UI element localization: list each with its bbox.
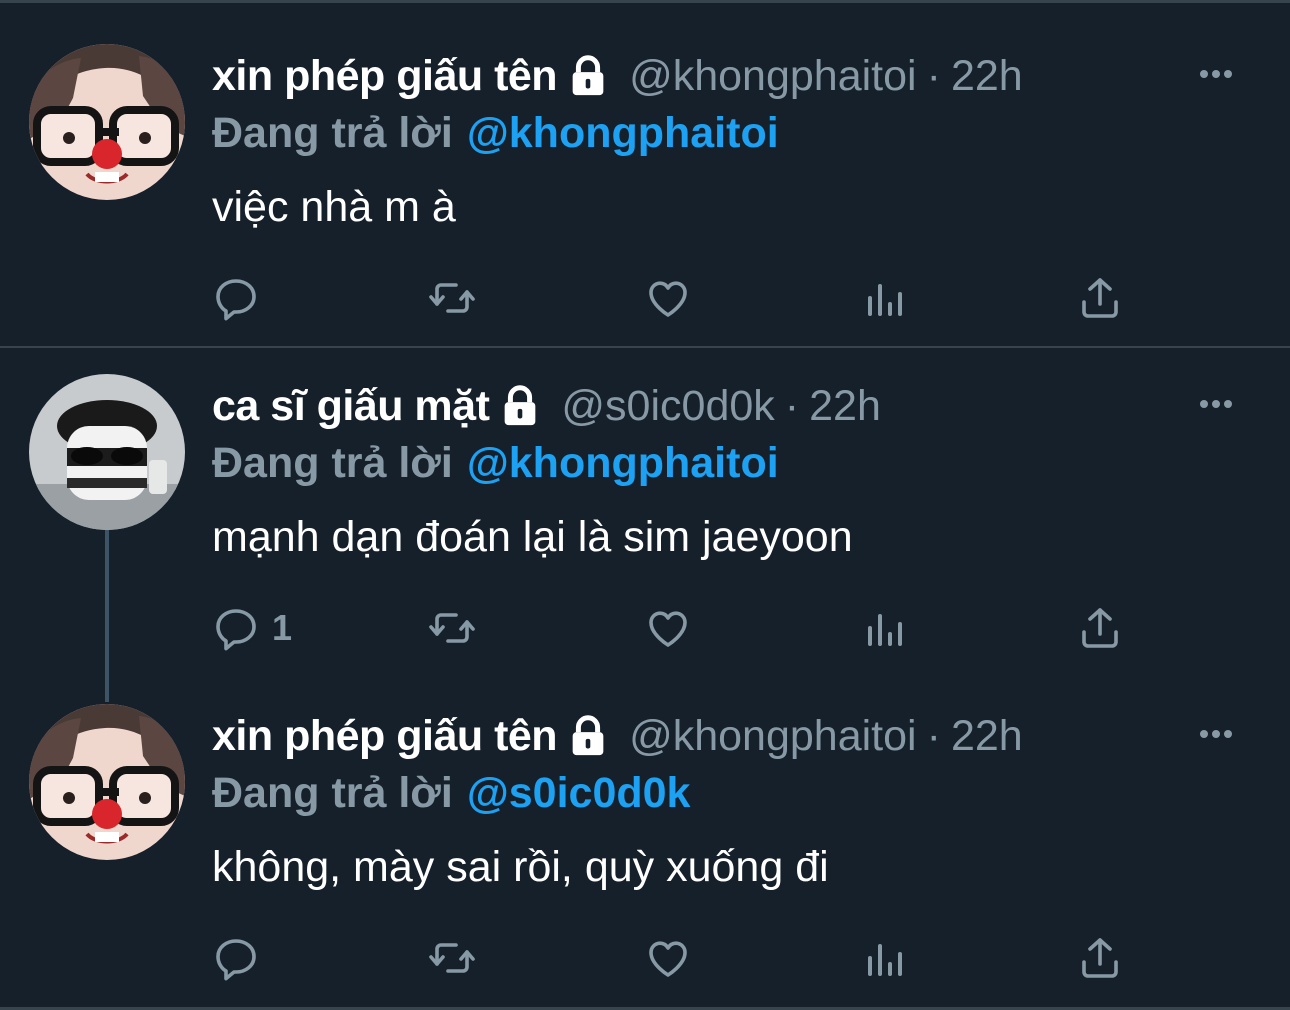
share-button[interactable] xyxy=(1076,933,1124,983)
timestamp[interactable]: 22h xyxy=(951,52,1023,101)
glasses-clown-avatar-icon xyxy=(29,704,185,860)
reply-icon xyxy=(212,934,260,982)
retweet-icon xyxy=(428,604,476,652)
retweet-button[interactable] xyxy=(428,273,476,323)
share-icon xyxy=(1076,604,1124,652)
analytics-button[interactable] xyxy=(860,603,908,653)
avatar[interactable] xyxy=(29,44,185,200)
glasses-clown-avatar-icon xyxy=(29,44,185,200)
avatar[interactable] xyxy=(29,704,185,860)
thread-connector xyxy=(105,530,109,702)
tweet[interactable]: xin phép giấu tên @khongphaitoi · 22h Đa… xyxy=(0,3,1290,347)
lock-icon xyxy=(497,383,543,429)
replying-to: Đang trả lời @khongphaitoi xyxy=(212,105,779,161)
reply-count: 1 xyxy=(272,607,293,648)
tweet-divider xyxy=(0,346,1290,348)
user-handle[interactable]: @khongphaitoi xyxy=(629,712,917,761)
lock-icon xyxy=(565,713,611,759)
lock-icon xyxy=(565,53,611,99)
like-button[interactable] xyxy=(644,273,692,323)
replying-to-user-link[interactable]: @khongphaitoi xyxy=(467,439,779,488)
tweet-text: không, mày sai rồi, quỳ xuống đi xyxy=(212,843,829,891)
display-name[interactable]: xin phép giấu tên xyxy=(212,52,558,101)
display-name[interactable]: xin phép giấu tên xyxy=(212,712,558,761)
user-handle[interactable]: @s0ic0d0k xyxy=(561,382,774,431)
timestamp[interactable]: 22h xyxy=(951,712,1023,761)
like-button[interactable] xyxy=(644,603,692,653)
replying-to-label: Đang trả lời xyxy=(212,768,453,817)
separator-dot: · xyxy=(926,711,941,760)
user-handle[interactable]: @khongphaitoi xyxy=(629,52,917,101)
display-name[interactable]: ca sĩ giấu mặt xyxy=(212,382,490,431)
retweet-icon xyxy=(428,934,476,982)
tweet-text: việc nhà m à xyxy=(212,183,456,231)
tweet-actions xyxy=(212,273,1132,323)
tweet-header: xin phép giấu tên @khongphaitoi · 22h xyxy=(212,706,1023,766)
replying-to-label: Đang trả lời xyxy=(212,108,453,157)
tweet[interactable]: ca sĩ giấu mặt @s0ic0d0k · 22h Đang trả … xyxy=(0,349,1290,679)
retweet-button[interactable] xyxy=(428,933,476,983)
like-icon xyxy=(644,604,692,652)
replying-to: Đang trả lời @s0ic0d0k xyxy=(212,765,690,821)
tweet[interactable]: xin phép giấu tên @khongphaitoi · 22h Đa… xyxy=(0,679,1290,1010)
more-icon[interactable] xyxy=(1198,68,1234,80)
analytics-icon xyxy=(860,934,908,982)
more-icon[interactable] xyxy=(1198,398,1234,410)
retweet-icon xyxy=(428,274,476,322)
share-icon xyxy=(1076,934,1124,982)
analytics-icon xyxy=(860,274,908,322)
reply-icon xyxy=(212,604,260,652)
tweet-text: mạnh dạn đoán lại là sim jaeyoon xyxy=(212,513,853,561)
avatar[interactable] xyxy=(29,374,185,530)
analytics-button[interactable] xyxy=(860,933,908,983)
retweet-button[interactable] xyxy=(428,603,476,653)
replying-to-user-link[interactable]: @khongphaitoi xyxy=(467,109,779,158)
like-icon xyxy=(644,274,692,322)
like-button[interactable] xyxy=(644,933,692,983)
reply-icon xyxy=(212,274,260,322)
tweet-actions: 1 xyxy=(212,603,1132,653)
masked-figure-avatar-icon xyxy=(29,374,185,530)
reply-button[interactable]: 1 xyxy=(212,603,292,653)
replying-to-user-link[interactable]: @s0ic0d0k xyxy=(467,769,691,818)
separator-dot: · xyxy=(784,381,800,430)
separator-dot: · xyxy=(926,51,941,100)
share-button[interactable] xyxy=(1076,273,1124,323)
reply-button[interactable] xyxy=(212,933,272,983)
share-icon xyxy=(1076,274,1124,322)
tweet-actions xyxy=(212,933,1132,983)
timestamp[interactable]: 22h xyxy=(809,382,881,431)
tweet-header: ca sĩ giấu mặt @s0ic0d0k · 22h xyxy=(212,376,881,436)
tweet-header: xin phép giấu tên @khongphaitoi · 22h xyxy=(212,46,1023,106)
like-icon xyxy=(644,934,692,982)
replying-to: Đang trả lời @khongphaitoi xyxy=(212,435,779,491)
analytics-button[interactable] xyxy=(860,273,908,323)
replying-to-label: Đang trả lời xyxy=(212,438,453,487)
analytics-icon xyxy=(860,604,908,652)
share-button[interactable] xyxy=(1076,603,1124,653)
more-icon[interactable] xyxy=(1198,728,1234,740)
reply-button[interactable] xyxy=(212,273,272,323)
